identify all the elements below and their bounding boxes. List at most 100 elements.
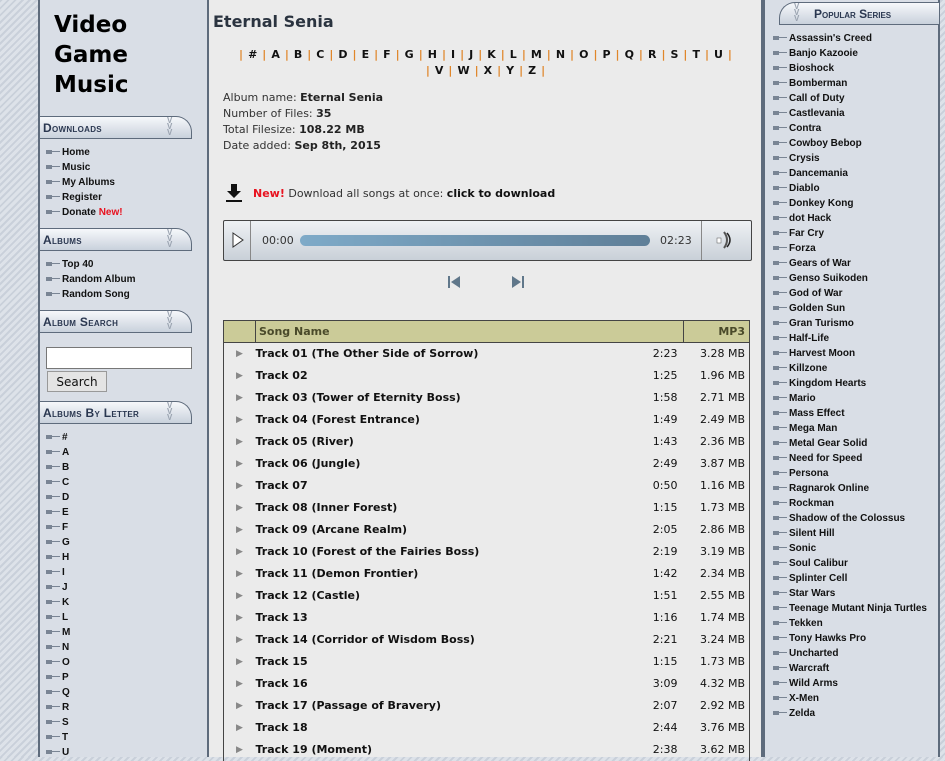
letter-item[interactable]: J <box>46 580 70 595</box>
play-track-icon[interactable]: ▶ <box>224 739 256 761</box>
series-item[interactable]: Star Wars <box>773 586 927 601</box>
letter-link[interactable]: W <box>457 64 469 77</box>
letter-link[interactable]: A <box>271 48 280 61</box>
letter-link[interactable]: B <box>294 48 302 61</box>
volume-button[interactable] <box>701 221 751 260</box>
song-name[interactable]: Track 02 <box>256 365 624 387</box>
series-item[interactable]: Rockman <box>773 496 927 511</box>
song-name[interactable]: Track 09 (Arcane Realm) <box>256 519 624 541</box>
letter-item[interactable]: T <box>46 730 70 745</box>
letter-link[interactable]: T <box>692 48 700 61</box>
letter-link[interactable]: S <box>670 48 678 61</box>
series-item[interactable]: Uncharted <box>773 646 927 661</box>
play-track-icon[interactable]: ▶ <box>224 497 256 519</box>
letter-link[interactable]: Y <box>506 64 514 77</box>
table-row[interactable]: ▶ Track 11 (Demon Frontier) 1:42 2.34 MB <box>223 562 750 585</box>
series-item[interactable]: Gears of War <box>773 256 927 271</box>
series-item[interactable]: Dancemania <box>773 166 927 181</box>
letter-link[interactable]: N <box>556 48 565 61</box>
letter-link[interactable]: C <box>316 48 324 61</box>
table-row[interactable]: ▶ Track 17 (Passage of Bravery) 2:07 2.92 M… <box>223 694 750 717</box>
play-track-icon[interactable]: ▶ <box>224 673 256 695</box>
albums-item[interactable]: Top 40 <box>46 257 136 272</box>
series-item[interactable]: Warcraft <box>773 661 927 676</box>
progress-bar[interactable] <box>300 235 650 246</box>
series-item[interactable]: Assassin's Creed <box>773 31 927 46</box>
series-item[interactable]: Castlevania <box>773 106 927 121</box>
table-row[interactable]: ▶ Track 19 (Moment) 2:38 3.62 MB <box>223 738 750 761</box>
song-name[interactable]: Track 06 (Jungle) <box>256 453 624 475</box>
play-button[interactable] <box>224 221 251 260</box>
series-item[interactable]: Kingdom Hearts <box>773 376 927 391</box>
play-track-icon[interactable]: ▶ <box>224 607 256 629</box>
mp3-header[interactable]: MP3 <box>683 320 750 343</box>
series-item[interactable]: Far Cry <box>773 226 927 241</box>
site-logo[interactable]: Video Game Music <box>54 10 154 100</box>
series-item[interactable]: Soul Calibur <box>773 556 927 571</box>
letter-item[interactable]: A <box>46 445 70 460</box>
letter-link[interactable]: G <box>405 48 414 61</box>
letter-link[interactable]: F <box>383 48 391 61</box>
letter-link[interactable]: E <box>362 48 370 61</box>
table-row[interactable]: ▶ Track 07 0:50 1.16 MB <box>223 474 750 497</box>
series-item[interactable]: Harvest Moon <box>773 346 927 361</box>
letter-item[interactable]: H <box>46 550 70 565</box>
table-row[interactable]: ▶ Track 02 1:25 1.96 MB <box>223 364 750 387</box>
song-name[interactable]: Track 11 (Demon Frontier) <box>256 563 624 585</box>
series-item[interactable]: Cowboy Bebop <box>773 136 927 151</box>
table-row[interactable]: ▶ Track 13 1:16 1.74 MB <box>223 606 750 629</box>
series-item[interactable]: Need for Speed <box>773 451 927 466</box>
table-row[interactable]: ▶ Track 06 (Jungle) 2:49 3.87 MB <box>223 452 750 475</box>
series-item[interactable]: Mega Man <box>773 421 927 436</box>
series-item[interactable]: Bomberman <box>773 76 927 91</box>
letter-link[interactable]: I <box>451 48 455 61</box>
series-item[interactable]: Banjo Kazooie <box>773 46 927 61</box>
song-name[interactable]: Track 12 (Castle) <box>256 585 624 607</box>
table-row[interactable]: ▶ Track 10 (Forest of the Fairies Boss) 2:… <box>223 540 750 563</box>
letter-item[interactable]: L <box>46 610 70 625</box>
series-item[interactable]: God of War <box>773 286 927 301</box>
letter-link[interactable]: Q <box>625 48 634 61</box>
play-track-icon[interactable]: ▶ <box>224 519 256 541</box>
series-item[interactable]: Gran Turismo <box>773 316 927 331</box>
series-item[interactable]: Ragnarok Online <box>773 481 927 496</box>
letter-link[interactable]: X <box>484 64 492 77</box>
letter-link[interactable]: R <box>648 48 656 61</box>
song-name[interactable]: Track 04 (Forest Entrance) <box>256 409 624 431</box>
letter-item[interactable]: # <box>46 430 70 445</box>
letter-link[interactable]: U <box>714 48 723 61</box>
letter-item[interactable]: O <box>46 655 70 670</box>
play-track-icon[interactable]: ▶ <box>224 585 256 607</box>
table-row[interactable]: ▶ Track 14 (Corridor of Wisdom Boss) 2:21 3… <box>223 628 750 651</box>
play-track-icon[interactable]: ▶ <box>224 651 256 673</box>
song-name[interactable]: Track 15 <box>256 651 624 673</box>
play-track-icon[interactable]: ▶ <box>224 387 256 409</box>
play-track-icon[interactable]: ▶ <box>224 431 256 453</box>
letter-item[interactable]: I <box>46 565 70 580</box>
play-track-icon[interactable]: ▶ <box>224 409 256 431</box>
letter-link[interactable]: D <box>338 48 347 61</box>
series-item[interactable]: Mario <box>773 391 927 406</box>
table-row[interactable]: ▶ Track 16 3:09 4.32 MB <box>223 672 750 695</box>
series-item[interactable]: Golden Sun <box>773 301 927 316</box>
song-name[interactable]: Track 14 (Corridor of Wisdom Boss) <box>256 629 624 651</box>
song-name[interactable]: Track 16 <box>256 673 624 695</box>
play-track-icon[interactable]: ▶ <box>224 453 256 475</box>
letter-item[interactable]: C <box>46 475 70 490</box>
series-item[interactable]: Call of Duty <box>773 91 927 106</box>
previous-track-button[interactable] <box>447 275 461 293</box>
letter-item[interactable]: P <box>46 670 70 685</box>
letter-link[interactable]: Z <box>528 64 536 77</box>
series-item[interactable]: Sonic <box>773 541 927 556</box>
song-name[interactable]: Track 17 (Passage of Bravery) <box>256 695 624 717</box>
play-track-icon[interactable]: ▶ <box>224 563 256 585</box>
series-item[interactable]: Splinter Cell <box>773 571 927 586</box>
album-search-input[interactable] <box>46 347 192 369</box>
letter-item[interactable]: M <box>46 625 70 640</box>
table-row[interactable]: ▶ Track 05 (River) 1:43 2.36 MB <box>223 430 750 453</box>
table-row[interactable]: ▶ Track 15 1:15 1.73 MB <box>223 650 750 673</box>
song-name[interactable]: Track 13 <box>256 607 624 629</box>
letter-link[interactable]: O <box>579 48 588 61</box>
downloads-item[interactable]: Register <box>46 190 123 205</box>
letter-link[interactable]: P <box>602 48 610 61</box>
